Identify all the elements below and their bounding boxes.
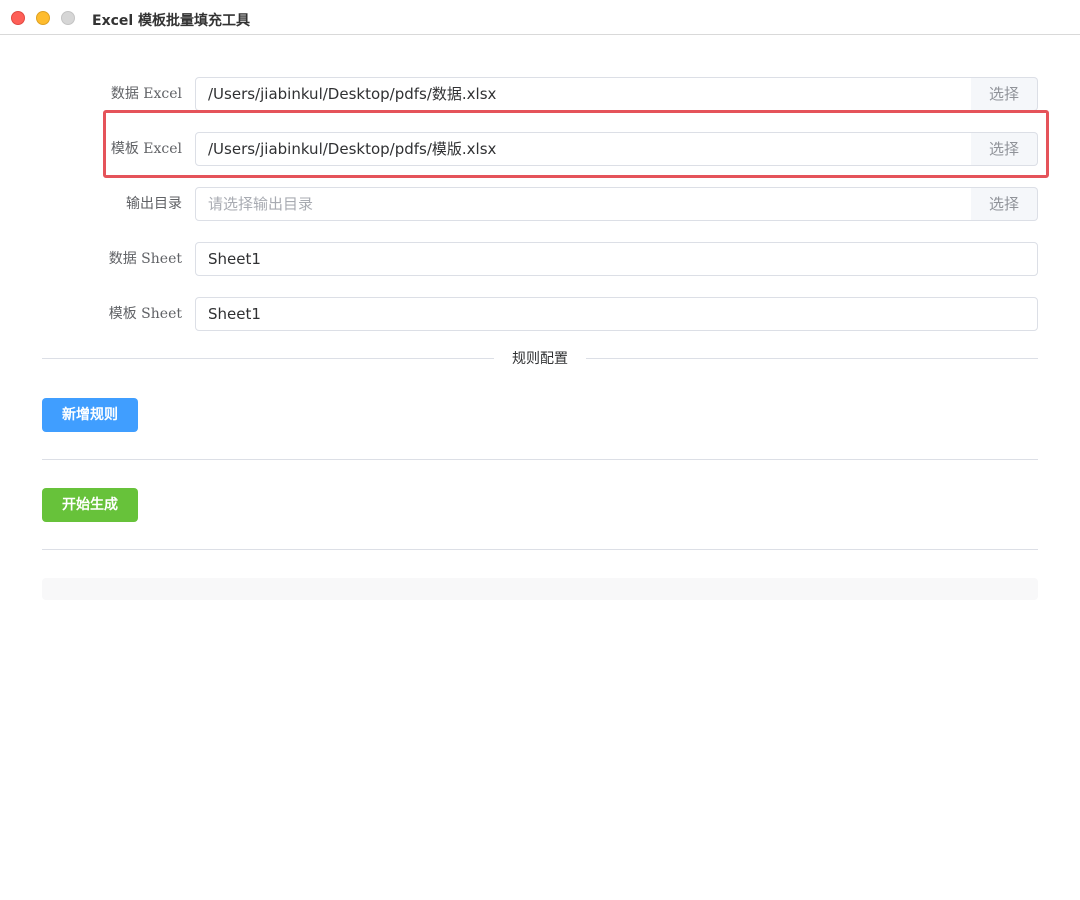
output-dir-label: 输出目录: [126, 196, 182, 212]
zoom-window-button[interactable]: [61, 11, 75, 25]
form-row-output-dir: 输出目录 请选择输出目录 选择: [42, 187, 1038, 221]
title-bar: Excel 模板批量填充工具: [0, 0, 1080, 35]
add-rule-button[interactable]: 新增规则: [42, 398, 138, 432]
data-excel-input[interactable]: /Users/jiabinkul/Desktop/pdfs/数据.xlsx: [195, 77, 972, 111]
template-sheet-label: 模板 Sheet: [108, 306, 182, 322]
actions-divider: [42, 459, 1038, 460]
start-generate-button[interactable]: 开始生成: [42, 488, 138, 522]
data-excel-label: 数据 Excel: [110, 86, 182, 102]
minimize-window-button[interactable]: [36, 11, 50, 25]
form-row-template-sheet: 模板 Sheet Sheet1: [42, 297, 1038, 331]
data-sheet-label: 数据 Sheet: [108, 251, 182, 267]
data-sheet-input[interactable]: Sheet1: [195, 242, 1038, 276]
template-sheet-input[interactable]: Sheet1: [195, 297, 1038, 331]
window-title: Excel 模板批量填充工具: [92, 13, 251, 29]
log-divider: [42, 549, 1038, 550]
output-dir-select-button[interactable]: 选择: [971, 187, 1038, 221]
output-dir-input[interactable]: 请选择输出目录: [195, 187, 972, 221]
form-row-data-sheet: 数据 Sheet Sheet1: [42, 242, 1038, 276]
highlight-annotation-box: [103, 110, 1049, 178]
log-output-area: [42, 578, 1038, 600]
data-excel-select-button[interactable]: 选择: [971, 77, 1038, 111]
form-row-data-excel: 数据 Excel /Users/jiabinkul/Desktop/pdfs/数…: [42, 77, 1038, 111]
app-window: Excel 模板批量填充工具 数据 Excel /Users/jiabinkul…: [0, 0, 1080, 900]
rules-section-title: 规则配置: [494, 348, 586, 370]
close-window-button[interactable]: [11, 11, 25, 25]
